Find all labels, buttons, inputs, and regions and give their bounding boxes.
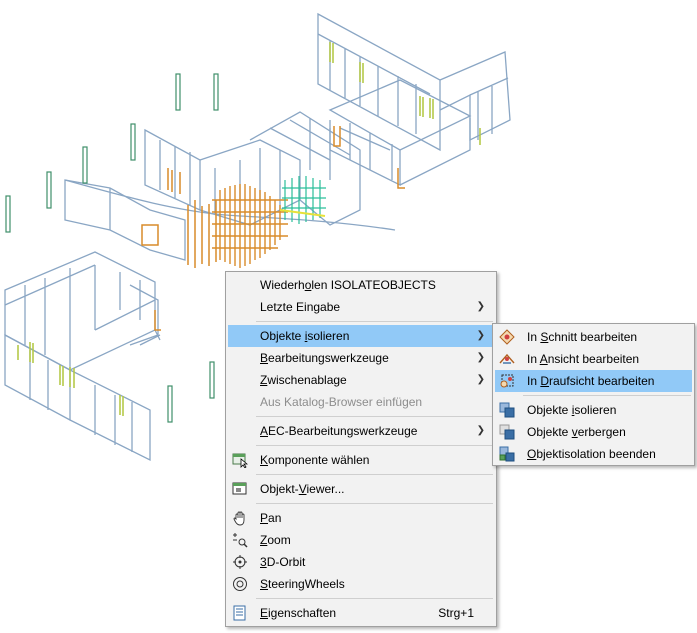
chevron-right-icon: ❯ bbox=[476, 330, 485, 341]
chevron-right-icon: ❯ bbox=[476, 425, 485, 436]
chevron-right-icon: ❯ bbox=[476, 352, 485, 363]
isolate-objects-submenu: In Schnitt bearbeiten In Ansicht bearbei… bbox=[492, 323, 695, 466]
menu-item-insert-from-catalog: Aus Katalog-Browser einfügen bbox=[260, 395, 423, 409]
menu-item-pan[interactable]: Pan bbox=[228, 507, 494, 529]
menu-item-3d-orbit[interactable]: 3D-Orbit bbox=[228, 551, 494, 573]
separator bbox=[256, 503, 493, 504]
properties-icon bbox=[233, 605, 246, 621]
menu-item-edit-tools[interactable]: Bearbeitungswerkzeuge ❯ bbox=[228, 347, 494, 369]
submenu-item-hide-objects[interactable]: Objekte verbergen bbox=[495, 421, 692, 443]
submenu-item-edit-in-section[interactable]: In Schnitt bearbeiten bbox=[495, 326, 692, 348]
menu-item-repeat[interactable]: Wiederholen ISOLATEOBJECTS bbox=[228, 274, 494, 296]
hide-objects-icon bbox=[499, 424, 515, 440]
separator bbox=[256, 598, 493, 599]
edit-in-elevation-icon bbox=[499, 353, 515, 364]
menu-item-object-viewer[interactable]: Objekt-Viewer... bbox=[228, 478, 494, 500]
submenu-item-edit-in-plan[interactable]: In Draufsicht bearbeiten bbox=[495, 370, 692, 392]
orbit-icon bbox=[233, 555, 247, 569]
submenu-item-end-isolation[interactable]: Objektisolation beenden bbox=[495, 443, 692, 465]
chevron-right-icon: ❯ bbox=[476, 301, 485, 312]
menu-item-aec-edit-tools[interactable]: AEC-Bearbeitungswerkzeuge ❯ bbox=[228, 420, 494, 442]
submenu-item-edit-in-elevation[interactable]: In Ansicht bearbeiten bbox=[495, 348, 692, 370]
submenu-item-isolate-objects[interactable]: Objekte isolieren bbox=[495, 399, 692, 421]
hand-icon bbox=[233, 511, 245, 526]
separator bbox=[256, 445, 493, 446]
edit-in-plan-icon bbox=[500, 374, 514, 388]
menu-item-properties[interactable]: Eigenschaften Strg+1 bbox=[228, 602, 494, 624]
separator bbox=[256, 321, 493, 322]
menu-item-isolate-objects[interactable]: Objekte isolieren ❯ bbox=[228, 325, 494, 347]
chevron-right-icon: ❯ bbox=[476, 374, 485, 385]
steering-wheel-icon bbox=[233, 577, 247, 591]
end-isolation-icon bbox=[499, 446, 515, 462]
zoom-icon bbox=[233, 533, 248, 548]
object-viewer-icon bbox=[232, 482, 247, 495]
isolate-objects-icon bbox=[499, 402, 515, 418]
menu-item-zoom[interactable]: Zoom bbox=[228, 529, 494, 551]
properties-shortcut: Strg+1 bbox=[438, 606, 474, 620]
menu-item-recent-input[interactable]: Letzte Eingabe ❯ bbox=[228, 296, 494, 318]
separator bbox=[523, 395, 691, 396]
separator bbox=[256, 474, 493, 475]
context-menu: Wiederholen ISOLATEOBJECTS Letzte Eingab… bbox=[225, 271, 497, 627]
menu-item-steeringwheels[interactable]: SteeringWheels bbox=[228, 573, 494, 595]
menu-item-select-component[interactable]: Komponente wählen bbox=[228, 449, 494, 471]
edit-in-section-icon bbox=[499, 329, 515, 345]
separator bbox=[256, 416, 493, 417]
menu-item-clipboard[interactable]: Zwischenablage ❯ bbox=[228, 369, 494, 391]
select-component-icon bbox=[232, 453, 248, 468]
